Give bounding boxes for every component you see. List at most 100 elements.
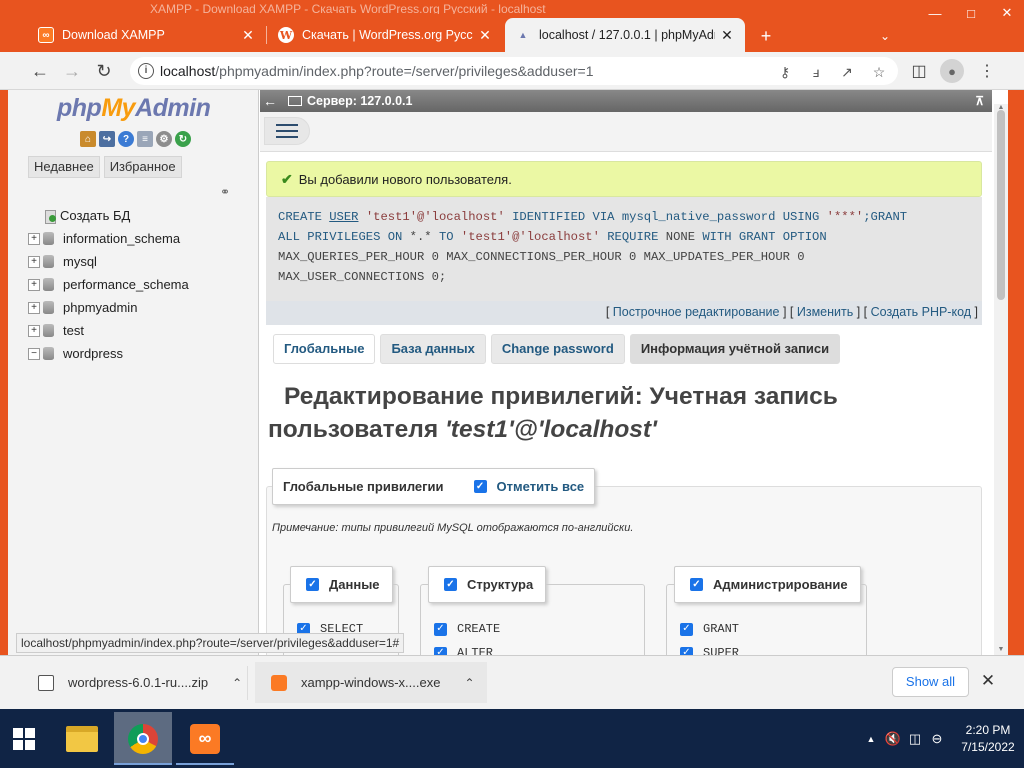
bookmark-star-icon[interactable]: ☆	[870, 63, 888, 81]
download-item-wordpress[interactable]: wordpress-6.0.1-ru....zip ⌃	[38, 662, 242, 703]
expand-icon[interactable]: +	[28, 255, 40, 268]
tree-item-information-schema[interactable]: + information_schema	[28, 227, 189, 250]
share-icon[interactable]: ↗	[838, 63, 856, 81]
create-privilege-checkbox[interactable]: ✓	[434, 622, 447, 636]
address-bar[interactable]: i localhost/phpmyadmin/index.php?route=/…	[130, 57, 898, 85]
privilege-label[interactable]: CREATE	[457, 622, 500, 636]
expand-icon[interactable]: +	[28, 278, 40, 291]
link-chain-icon[interactable]: ⚭	[220, 185, 234, 199]
tree-item-create-db[interactable]: Создать БД	[28, 204, 189, 227]
close-window-button[interactable]: ✕	[989, 4, 1024, 22]
reload-button[interactable]: ↻	[92, 59, 116, 83]
structure-group-label[interactable]: Структура	[467, 577, 533, 592]
data-group-label[interactable]: Данные	[329, 577, 380, 592]
chevron-up-icon[interactable]: ⌃	[464, 676, 474, 690]
privilege-label[interactable]: SUPER	[703, 646, 739, 655]
chevron-up-icon[interactable]: ⌃	[232, 676, 242, 690]
maximize-button[interactable]: □	[953, 4, 989, 22]
reload-nav-icon[interactable]: ↻	[175, 131, 191, 147]
minimize-button[interactable]: —	[917, 4, 953, 22]
check-all-checkbox[interactable]: ✓	[473, 480, 487, 493]
address-url[interactable]: localhost/phpmyadmin/index.php?route=/se…	[160, 63, 594, 79]
site-info-icon[interactable]: i	[138, 63, 154, 79]
tab-favorites[interactable]: Избранное	[103, 156, 182, 178]
help-icon[interactable]: ?	[118, 131, 134, 147]
inline-edit-link[interactable]: Построчное редактирование	[613, 305, 780, 319]
download-filename[interactable]: xampp-windows-x....exe	[301, 675, 440, 690]
administration-group-label[interactable]: Администрирование	[713, 577, 848, 592]
phpmyadmin-logo[interactable]: phpMyAdmin	[57, 94, 211, 123]
scroll-down-icon[interactable]: ▼	[996, 646, 1006, 654]
super-privilege-checkbox[interactable]: ✓	[680, 646, 693, 655]
page-scrollbar[interactable]: ▲ ▼	[994, 104, 1008, 655]
privilege-grant[interactable]: ✓ GRANT	[680, 622, 739, 636]
expand-icon[interactable]: +	[28, 324, 40, 337]
tree-item-label[interactable]: Создать БД	[60, 208, 130, 223]
taskbar-clock[interactable]: 2:20 PM 7/15/2022	[952, 722, 1024, 756]
side-panel-icon[interactable]: ◫	[907, 59, 931, 83]
create-php-code-link[interactable]: Создать PHP-код	[871, 305, 971, 319]
tab-download-xampp[interactable]: ∞ Download XAMPP ✕	[28, 18, 266, 52]
breadcrumb-server[interactable]: Сервер: 127.0.0.1	[307, 94, 413, 108]
settings-gear-icon[interactable]: ⚙	[156, 131, 172, 147]
network-icon[interactable]: ◫	[904, 728, 926, 750]
start-button[interactable]	[0, 709, 48, 768]
profile-avatar-icon[interactable]: ●	[940, 59, 964, 83]
tab-wordpress[interactable]: W Скачать | WordPress.org Русский ✕	[268, 18, 503, 52]
forward-button[interactable]: →	[60, 59, 84, 83]
tab-database[interactable]: База данных	[380, 334, 486, 364]
collapse-nav-arrow-icon[interactable]: ←	[262, 93, 278, 109]
tree-item-label[interactable]: mysql	[63, 254, 97, 269]
translate-icon[interactable]: ⅎ	[807, 63, 825, 81]
download-filename[interactable]: wordpress-6.0.1-ru....zip	[68, 675, 208, 690]
taskbar-chrome[interactable]	[114, 712, 172, 765]
more-menu-icon[interactable]: ⋮	[975, 59, 999, 83]
taskbar-xampp[interactable]: ∞	[176, 712, 234, 765]
expand-icon[interactable]: +	[28, 301, 40, 314]
privilege-label[interactable]: GRANT	[703, 622, 739, 636]
data-group-checkbox[interactable]: ✓	[306, 578, 319, 591]
alter-privilege-checkbox[interactable]: ✓	[434, 646, 447, 655]
check-all-label[interactable]: Отметить все	[497, 479, 585, 494]
tree-item-phpmyadmin[interactable]: + phpmyadmin	[28, 296, 189, 319]
tab-close-icon[interactable]: ✕	[240, 27, 256, 44]
structure-group-checkbox[interactable]: ✓	[444, 578, 457, 591]
hamburger-menu-button[interactable]	[264, 117, 310, 145]
show-all-downloads-button[interactable]: Show all	[892, 667, 969, 697]
collapse-top-icon[interactable]: ⊼	[975, 94, 984, 108]
docs-icon[interactable]: ≡	[137, 131, 153, 147]
tree-item-label[interactable]: performance_schema	[63, 277, 189, 292]
tree-item-label[interactable]: phpmyadmin	[63, 300, 137, 315]
grant-privilege-checkbox[interactable]: ✓	[680, 622, 693, 636]
tab-phpmyadmin[interactable]: ▲ localhost / 127.0.0.1 | phpMyAdmin ✕	[505, 18, 745, 52]
logout-icon[interactable]: ↪	[99, 131, 115, 147]
back-button[interactable]: ←	[28, 59, 52, 83]
tree-item-performance-schema[interactable]: + performance_schema	[28, 273, 189, 296]
tab-recent[interactable]: Недавнее	[28, 156, 100, 178]
administration-group-checkbox[interactable]: ✓	[690, 578, 703, 591]
volume-muted-icon[interactable]: 🔇	[882, 728, 904, 750]
tray-overflow-chevron-icon[interactable]: ▲	[860, 728, 882, 750]
collapse-icon[interactable]: −	[28, 347, 40, 360]
privilege-super[interactable]: ✓ SUPER	[680, 646, 739, 655]
tab-change-password[interactable]: Change password	[490, 334, 625, 364]
home-icon[interactable]: ⌂	[80, 131, 96, 147]
tab-login-information[interactable]: Информация учётной записи	[629, 334, 841, 364]
close-download-bar-icon[interactable]: ✕	[979, 672, 997, 690]
tab-global[interactable]: Глобальные	[273, 334, 376, 364]
tree-item-test[interactable]: + test	[28, 319, 189, 342]
notification-icon[interactable]: ⊖	[926, 728, 948, 750]
key-icon[interactable]: ⚷	[776, 63, 794, 81]
taskbar-file-explorer[interactable]	[53, 712, 111, 765]
scrollbar-thumb[interactable]	[997, 110, 1005, 300]
tree-item-label[interactable]: information_schema	[63, 231, 180, 246]
privilege-create[interactable]: ✓ CREATE	[434, 622, 500, 636]
edit-link[interactable]: Изменить	[797, 305, 853, 319]
tree-item-label[interactable]: test	[63, 323, 84, 338]
privilege-label[interactable]: ALTER	[457, 646, 493, 655]
expand-icon[interactable]: +	[28, 232, 40, 245]
download-item-xampp[interactable]: xampp-windows-x....exe ⌃	[255, 662, 487, 703]
tab-search-chevron-icon[interactable]: ⌄	[873, 24, 897, 48]
privilege-alter[interactable]: ✓ ALTER	[434, 646, 493, 655]
tab-close-icon[interactable]: ✕	[477, 27, 493, 44]
